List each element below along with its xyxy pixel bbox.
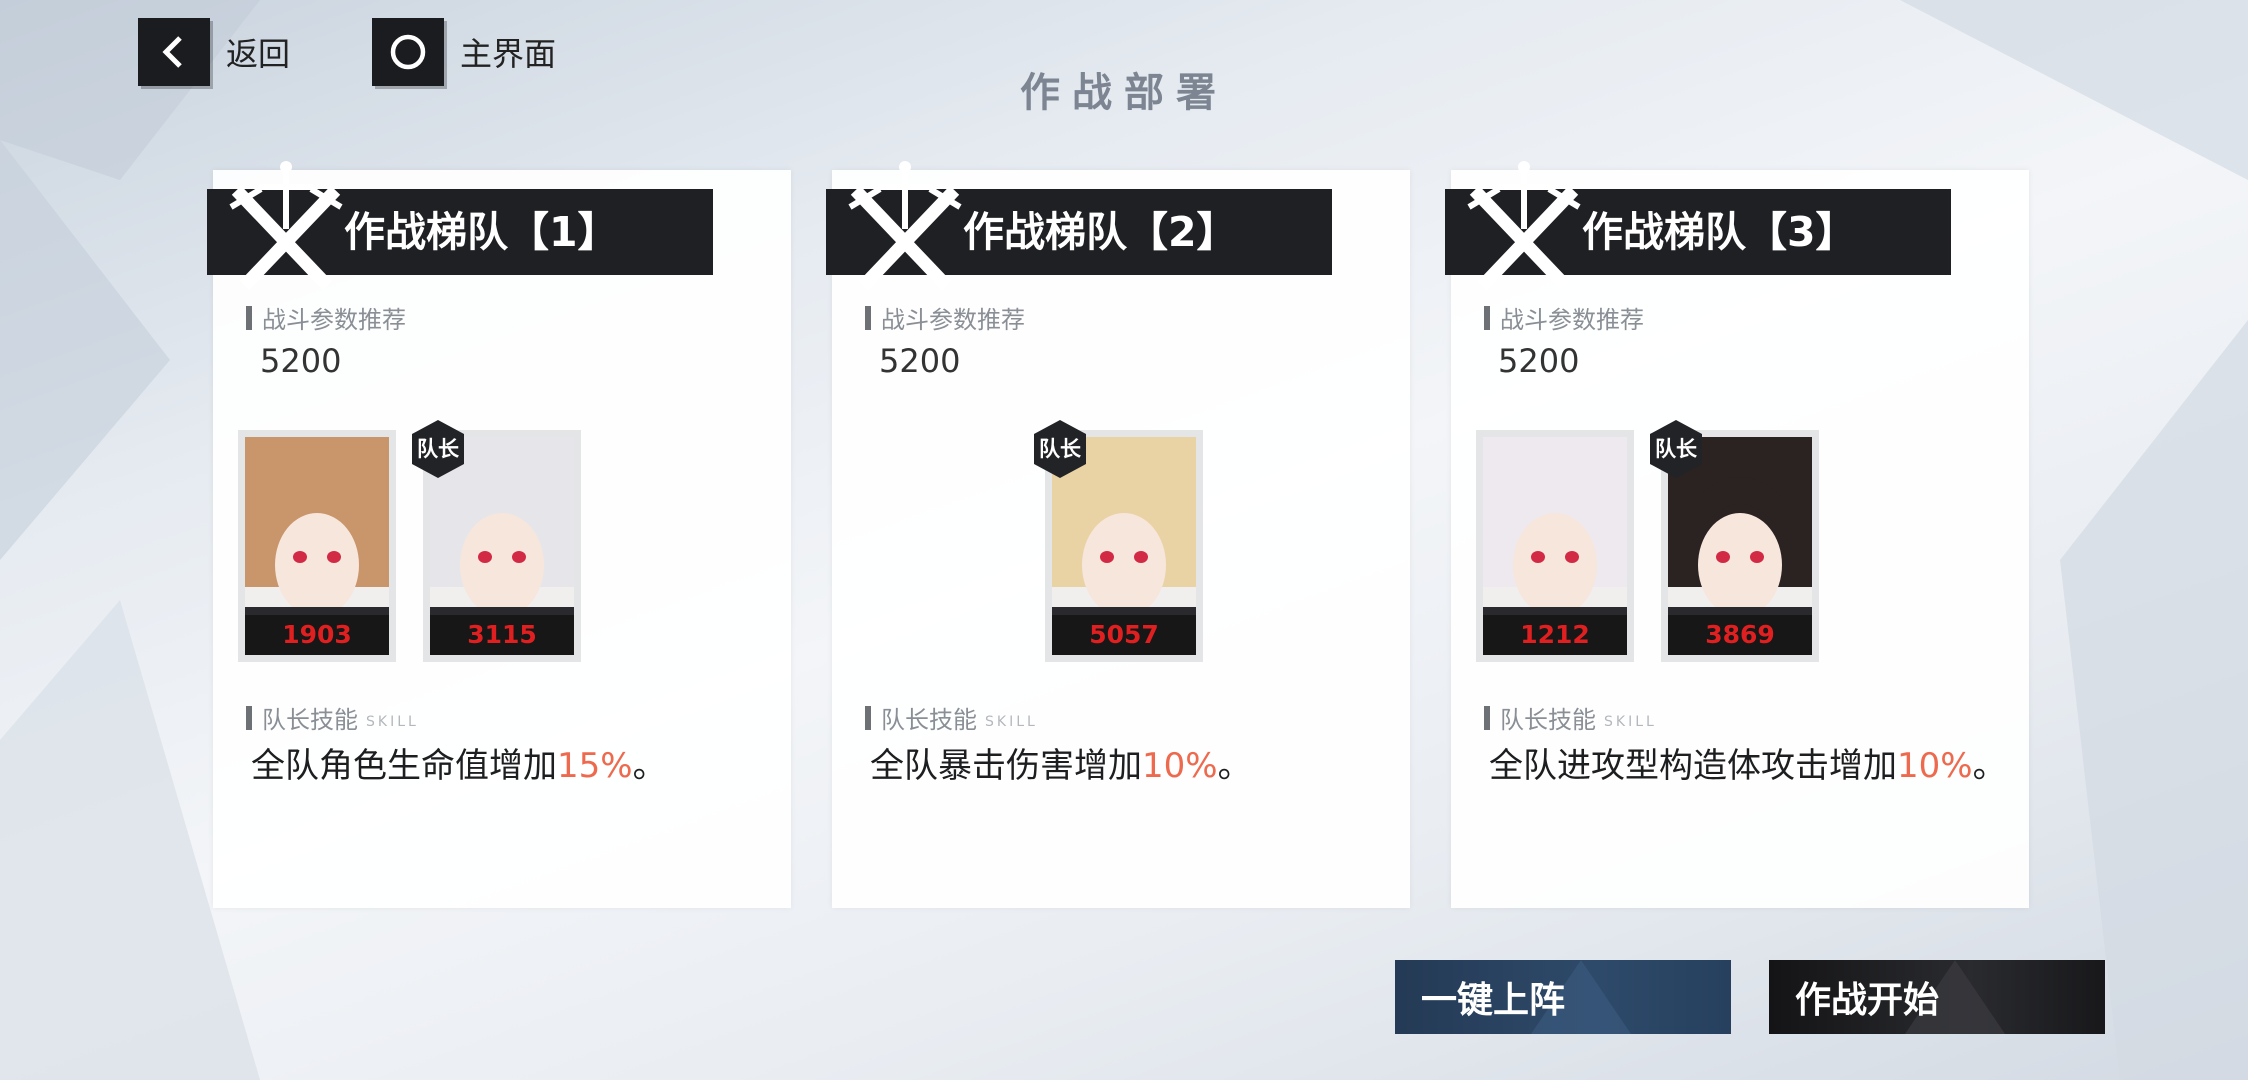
recommended-power-value: 5200 [879,342,961,380]
skill-value: 15% [557,746,633,786]
leader-skill-sub-label: SKILL [985,713,1038,730]
character-power: 3869 [1668,615,1812,655]
character-power: 5057 [1052,615,1196,655]
start-battle-button[interactable]: 作战开始 [1769,960,2105,1034]
label-bar [865,305,871,330]
leader-skill-label: 队长技能 SKILL [246,700,419,735]
auto-deploy-button[interactable]: 一键上阵 [1395,960,1731,1034]
leader-skill-label-text: 队长技能 [1500,706,1596,734]
team-card-2[interactable]: 作战梯队【2】 战斗参数推荐 5200 5057 队长 队长技能 SKILL 全… [826,161,1410,908]
label-bar [865,705,871,730]
team-title: 作战梯队【1】 [344,208,619,256]
leader-skill-sub-label: SKILL [366,713,419,730]
crossed-swords-emblem-icon [211,159,361,309]
leader-badge: 队长 [1647,418,1705,480]
team-header: 作战梯队【3】 [1445,161,1951,291]
skill-text-suffix: 。 [1217,746,1252,786]
character-power: 1212 [1483,615,1627,655]
character-list: 5057 队长 [832,420,1410,662]
team-header: 作战梯队【1】 [207,161,713,291]
auto-deploy-label: 一键上阵 [1421,980,1566,1021]
character-slot[interactable]: 1903 [238,430,396,662]
skill-value: 10% [1142,746,1218,786]
skill-text-suffix: 。 [632,746,667,786]
character-power: 1903 [245,615,389,655]
character-slot[interactable]: 5057 队长 [1034,420,1203,662]
recommended-power-label: 战斗参数推荐 [865,300,1025,335]
leader-skill-label-text: 队长技能 [881,706,977,734]
recommended-power-value: 5200 [1498,342,1580,380]
leader-skill-description: 全队暴击伤害增加10%。 [870,738,1252,787]
leader-badge: 队长 [1031,418,1089,480]
team-title: 作战梯队【2】 [963,208,1238,256]
crossed-swords-emblem-icon [1449,159,1599,309]
leader-skill-label: 队长技能 SKILL [1484,700,1657,735]
recommended-power-label-text: 战斗参数推荐 [262,306,406,334]
character-list: 1903 3115 队长 [213,420,791,662]
team-title: 作战梯队【3】 [1582,208,1857,256]
character-slot[interactable]: 3869 队长 [1650,420,1819,662]
skill-text-suffix: 。 [1972,746,2007,786]
character-power: 3115 [430,615,574,655]
skill-text-prefix: 全队角色生命值增加 [251,746,557,786]
recommended-power-label: 战斗参数推荐 [1484,300,1644,335]
character-slot[interactable]: 1212 [1476,430,1634,662]
leader-badge: 队长 [409,418,467,480]
page-title: 作战部署 [1020,70,1228,116]
leader-skill-description: 全队进攻型构造体攻击增加10%。 [1489,738,2007,787]
skill-text-prefix: 全队进攻型构造体攻击增加 [1489,746,1897,786]
label-bar [1484,305,1490,330]
team-header: 作战梯队【2】 [826,161,1332,291]
recommended-power-value: 5200 [260,342,342,380]
character-list: 1212 3869 队长 [1451,420,2029,662]
leader-skill-label-text: 队长技能 [262,706,358,734]
character-slot[interactable]: 3115 队长 [412,420,581,662]
label-bar [246,705,252,730]
skill-text-prefix: 全队暴击伤害增加 [870,746,1142,786]
recommended-power-label-text: 战斗参数推荐 [1500,306,1644,334]
label-bar [1484,705,1490,730]
label-bar [246,305,252,330]
leader-skill-label: 队长技能 SKILL [865,700,1038,735]
team-card-1[interactable]: 作战梯队【1】 战斗参数推荐 5200 1903 3115 队长 队长技能 SK… [207,161,791,908]
team-card-3[interactable]: 作战梯队【3】 战斗参数推荐 5200 1212 3869 队长 队长技能 SK… [1445,161,2029,908]
recommended-power-label-text: 战斗参数推荐 [881,306,1025,334]
skill-value: 10% [1897,746,1973,786]
recommended-power-label: 战斗参数推荐 [246,300,406,335]
crossed-swords-emblem-icon [830,159,980,309]
start-battle-label: 作战开始 [1795,980,1940,1021]
leader-skill-description: 全队角色生命值增加15%。 [251,738,667,787]
leader-skill-sub-label: SKILL [1604,713,1657,730]
